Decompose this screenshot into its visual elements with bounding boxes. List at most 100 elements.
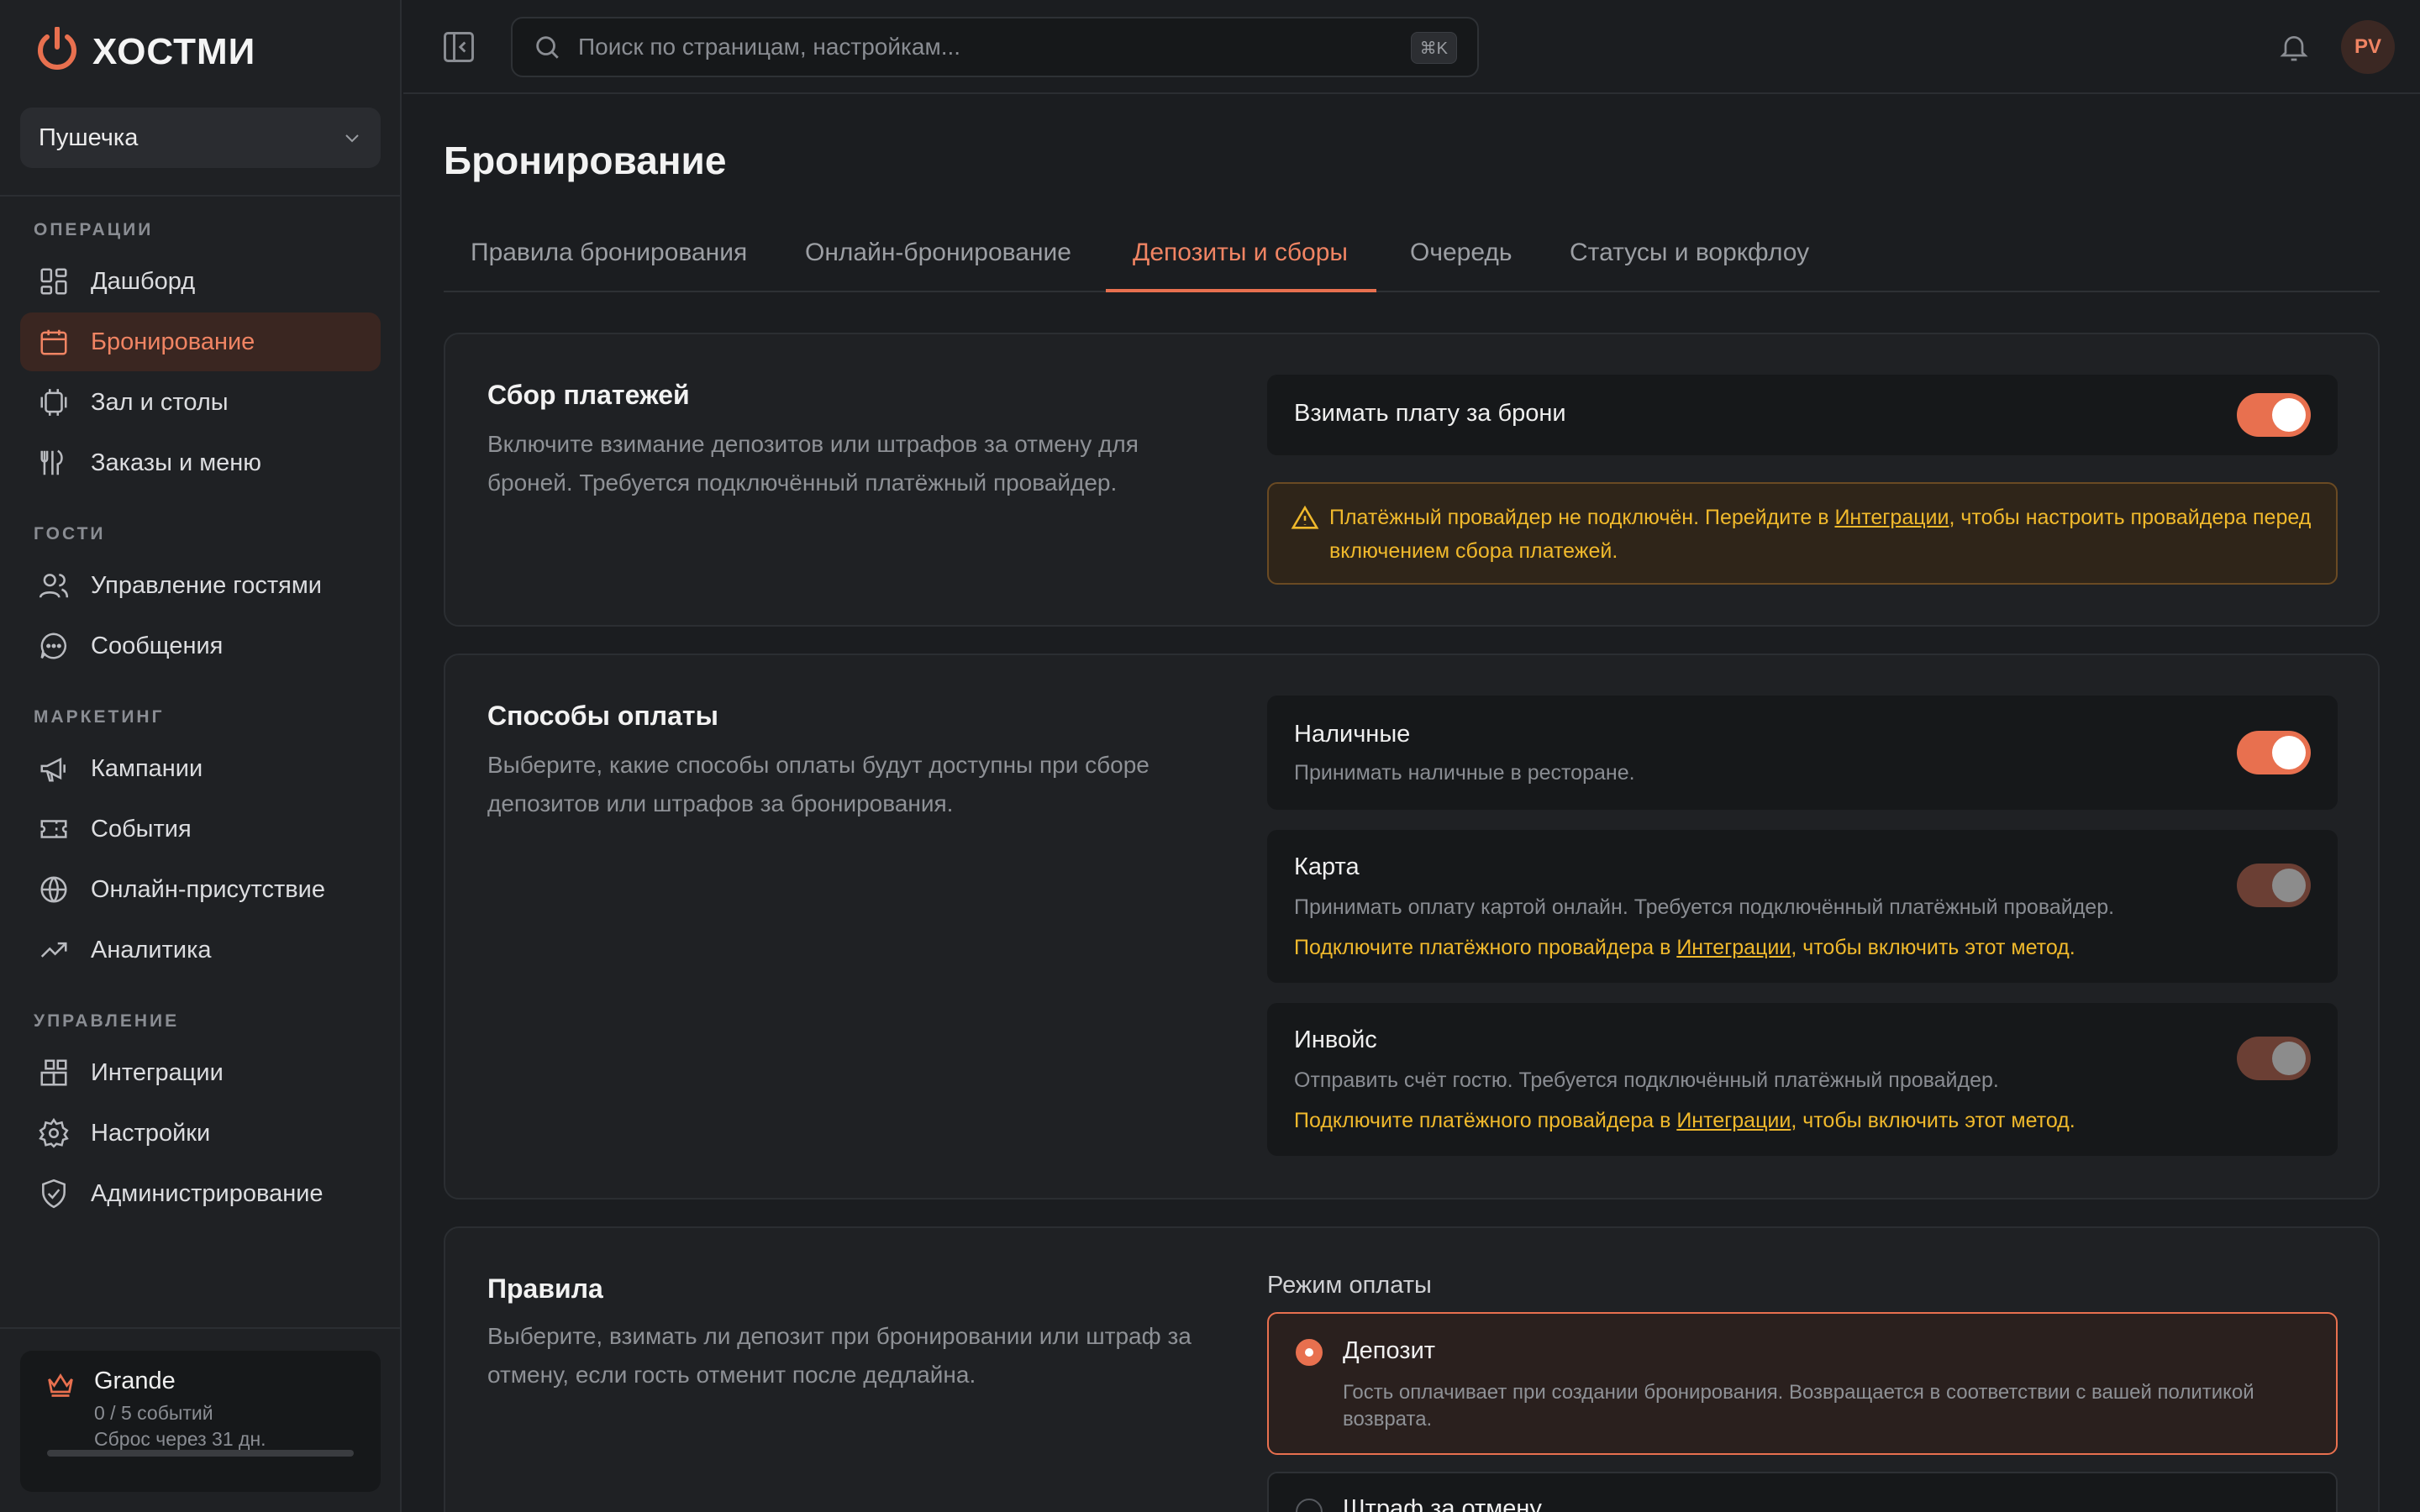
charge-for-bookings-toggle[interactable] (2237, 393, 2311, 437)
nav-section-guests: ГОСТИ (34, 524, 106, 543)
section-title: Правила (487, 1273, 603, 1304)
method-warning-start: Подключите платёжного провайдера в (1294, 936, 1677, 959)
gear-icon (37, 1116, 71, 1150)
search-icon (536, 36, 559, 59)
plan-reset: Сброс через 31 дн. (94, 1428, 266, 1450)
tables-icon (37, 386, 71, 419)
chat-icon (37, 629, 71, 663)
sidebar-item-settings[interactable]: Настройки (20, 1104, 381, 1163)
toggle-knob (2272, 398, 2306, 432)
radio-unselected[interactable] (1296, 1499, 1323, 1512)
method-title: Инвойс (1294, 1026, 1377, 1053)
nav-section-marketing: МАРКЕТИНГ (34, 707, 165, 727)
sidebar-item-label: Кампании (91, 754, 203, 782)
method-subtitle: Принимать оплату картой онлайн. Требуетс… (1294, 895, 2115, 919)
method-warning: Подключите платёжного провайдера в Интег… (1294, 1109, 2075, 1133)
payment-mode-label: Режим оплаты (1267, 1272, 1432, 1299)
sidebar-item-label: Управление гостями (91, 571, 322, 599)
sidebar-item-events[interactable]: События (20, 800, 381, 858)
sidebar-item-label: События (91, 815, 192, 843)
sidebar-item-tables[interactable]: Зал и столы (20, 373, 381, 432)
integrations-link[interactable]: Интеграции (1676, 1109, 1791, 1132)
sidebar-item-messages[interactable]: Сообщения (20, 617, 381, 675)
sidebar-item-dashboard[interactable]: Дашборд (20, 252, 381, 311)
tab-deposits-fees[interactable]: Депозиты и сборы (1133, 239, 1348, 292)
bell-icon[interactable] (2277, 30, 2311, 64)
search-placeholder: Поиск по страницам, настройкам... (578, 34, 961, 60)
megaphone-icon (37, 752, 71, 785)
nav-section-operations: ОПЕРАЦИИ (34, 220, 154, 239)
plan-name: Grande (94, 1368, 176, 1394)
shield-icon (37, 1177, 71, 1210)
sidebar-item-analytics[interactable]: Аналитика (20, 921, 381, 979)
plan-card[interactable]: Grande 0 / 5 событий Сброс через 31 дн. (20, 1351, 381, 1492)
option-title: Депозит (1343, 1337, 1436, 1364)
cutlery-icon (37, 446, 71, 480)
sidebar-item-label: Аналитика (91, 936, 212, 963)
cash-toggle[interactable] (2237, 731, 2311, 774)
sidebar: ХОСТМИ Пушечка ОПЕРАЦИИ Дашборд Брониров… (0, 0, 402, 1512)
integrations-link[interactable]: Интеграции (1834, 506, 1949, 529)
tab-statuses-workflow[interactable]: Статусы и воркфлоу (1570, 239, 1809, 292)
toggle-knob (2272, 1042, 2306, 1075)
divider (0, 1327, 402, 1329)
method-title: Наличные (1294, 721, 1411, 748)
page-title: Бронирование (444, 139, 727, 182)
section-description: Выберите, какие способы оплаты будут дос… (487, 752, 1150, 816)
sidebar-item-integrations[interactable]: Интеграции (20, 1043, 381, 1102)
option-description: Гость оплачивает при создании бронирован… (1343, 1381, 2254, 1431)
method-warning-end: , чтобы включить этот метод. (1791, 1109, 2075, 1132)
tab-bar: Правила бронирования Онлайн-бронирование… (444, 227, 2380, 292)
workspace-select[interactable]: Пушечка (20, 108, 381, 168)
nav-section-management: УПРАВЛЕНИЕ (34, 1011, 180, 1031)
mode-option-cancellation-fee[interactable]: Штраф за отмену (1267, 1472, 2338, 1512)
section-title: Способы оплаты (487, 701, 718, 731)
section-description: Включите взимание депозитов или штрафов … (487, 431, 1139, 496)
sidebar-item-label: Онлайн-присутствие (91, 875, 325, 903)
method-subtitle: Отправить счёт гостю. Требуется подключё… (1294, 1068, 1999, 1092)
users-icon (37, 569, 71, 602)
divider (0, 195, 402, 197)
shortcut-badge: ⌘K (1410, 32, 1457, 64)
section-title: Сбор платежей (487, 380, 690, 410)
toggle-knob (2272, 736, 2306, 769)
card-toggle[interactable] (2237, 864, 2311, 907)
charge-for-bookings-row: Взимать плату за брони (1267, 375, 2338, 455)
toggle-knob (2272, 869, 2306, 902)
sidebar-item-online-presence[interactable]: Онлайн-присутствие (20, 860, 381, 919)
sidebar-item-label: Интеграции (91, 1058, 224, 1086)
method-cash-row: Наличные Принимать наличные в ресторане. (1267, 696, 2338, 810)
tab-queue[interactable]: Очередь (1410, 239, 1512, 292)
trend-icon (37, 933, 71, 967)
brand-logo[interactable]: ХОСТМИ (35, 25, 255, 79)
provider-warning: Платёжный провайдер не подключён. Перейд… (1267, 482, 2338, 585)
sidebar-item-label: Зал и столы (91, 388, 229, 416)
sidebar-toggle-icon[interactable] (440, 29, 477, 66)
sidebar-item-guest-management[interactable]: Управление гостями (20, 556, 381, 615)
invoice-toggle[interactable] (2237, 1037, 2311, 1080)
sidebar-item-campaigns[interactable]: Кампании (20, 739, 381, 798)
sidebar-item-orders[interactable]: Заказы и меню (20, 433, 381, 492)
integrations-icon (37, 1056, 71, 1089)
method-invoice-row: Инвойс Отправить счёт гостю. Требуется п… (1267, 1003, 2338, 1156)
avatar[interactable]: PV (2341, 20, 2395, 74)
warning-text-start: Платёжный провайдер не подключён. Перейд… (1329, 506, 1835, 529)
search-input[interactable]: Поиск по страницам, настройкам... ⌘K (511, 17, 1479, 77)
sidebar-item-admin[interactable]: Администрирование (20, 1164, 381, 1223)
integrations-link[interactable]: Интеграции (1676, 936, 1791, 959)
warning-text: Платёжный провайдер не подключён. Перейд… (1329, 501, 2321, 568)
calendar-icon (37, 325, 71, 359)
sidebar-item-label: Сообщения (91, 632, 224, 659)
tab-online-booking[interactable]: Онлайн-бронирование (805, 239, 1071, 292)
sidebar-item-label: Заказы и меню (91, 449, 262, 476)
sidebar-item-label: Бронирование (91, 328, 255, 355)
sidebar-item-booking[interactable]: Бронирование (20, 312, 381, 371)
warning-icon (1291, 505, 1319, 529)
method-card-row: Карта Принимать оплату картой онлайн. Тр… (1267, 830, 2338, 983)
active-tab-indicator (1106, 289, 1376, 292)
tab-booking-rules[interactable]: Правила бронирования (471, 239, 747, 292)
section-description: Выберите, взимать ли депозит при брониро… (487, 1323, 1192, 1388)
mode-option-deposit[interactable]: Депозит Гость оплачивает при создании бр… (1267, 1312, 2338, 1455)
radio-selected[interactable] (1296, 1339, 1323, 1366)
method-title: Карта (1294, 853, 1360, 880)
